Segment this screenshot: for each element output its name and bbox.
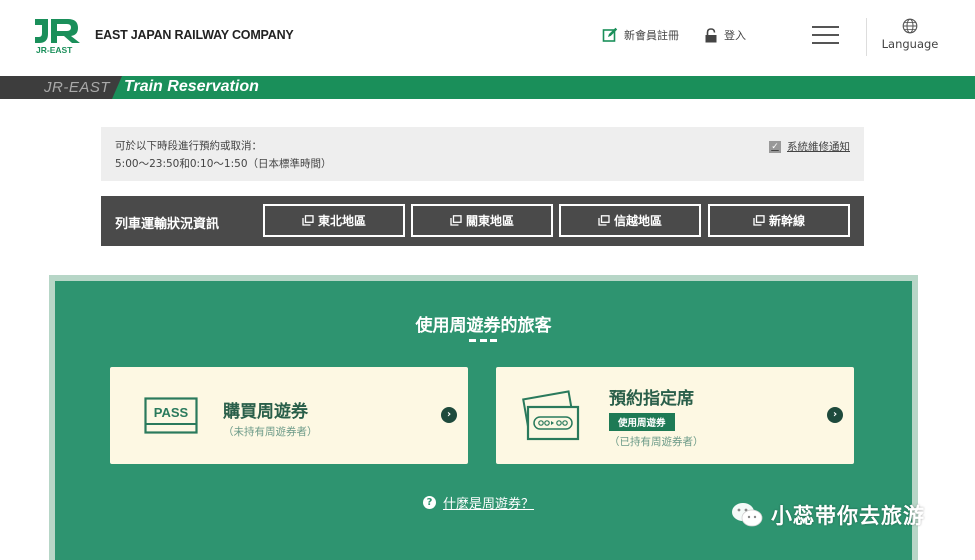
region-button-shinkansen[interactable]: 新幹線 [708,204,850,237]
logo-text: JR-EAST [36,45,73,55]
question-icon: ? [423,496,436,509]
chevron-right-icon: › [441,407,457,423]
buy-pass-subtitle: （未持有周遊券者） [223,426,318,438]
region-button-tohoku[interactable]: 東北地區 [263,204,405,237]
menu-button[interactable] [812,26,839,45]
pass-ticket-icon: PASS [144,397,198,434]
region-label: 關東地區 [465,214,514,228]
region-button-shinetsu[interactable]: 信越地區 [559,204,701,237]
external-window-icon [302,215,314,226]
maintenance-notice-label: 系統維修通知 [787,141,850,153]
title-bar-brand: JR-EAST [44,79,111,96]
reserve-seat-card[interactable]: 預約指定席 使用周遊券 （已持有周遊券者） › [496,367,854,464]
reserve-seat-title: 預約指定席 [609,389,694,409]
wechat-icon [732,503,763,527]
external-window-icon [753,215,765,226]
external-window-icon [598,215,610,226]
region-label: 新幹線 [768,214,805,228]
language-label: Language [881,37,939,51]
hamburger-line [812,26,839,28]
login-label: 登入 [724,29,746,42]
company-name: EAST JAPAN RAILWAY COMPANY [95,28,294,42]
chevron-right-icon: › [827,407,843,423]
title-underline [469,339,497,342]
tickets-icon [522,390,580,441]
wechat-watermark: 小蕊带你去旅游 [731,500,925,530]
lock-icon [705,27,717,42]
region-label: 東北地區 [317,214,366,228]
header-divider [866,18,867,56]
notice-line-1: 可於以下時段進行預約或取消： [115,140,262,152]
service-title: Train Reservation [124,78,259,95]
language-selector[interactable]: Language [880,18,940,51]
pass-icon-text: PASS [154,405,189,420]
region-button-kanto[interactable]: 關東地區 [411,204,553,237]
what-is-pass-link[interactable]: ? 什麼是周遊券？ [423,493,534,512]
pass-holder-badge: 使用周遊券 [609,413,675,431]
hamburger-line [812,34,839,36]
service-title-bar: JR-EAST Train Reservation [0,76,975,99]
pass-section-title: 使用周遊券的旅客 [415,316,552,336]
register-label: 新會員註冊 [624,29,679,42]
hamburger-line [812,42,839,44]
maintenance-notice-link[interactable]: ✓ 系統維修通知 [769,139,850,154]
what-is-pass-label: 什麼是周遊券？ [443,497,535,512]
reservation-hours-notice: 可於以下時段進行預約或取消： 5:00～23:50和0:10～1:50（日本標準… [101,127,864,181]
external-window-icon [450,215,462,226]
checkbox-icon: ✓ [769,140,781,153]
login-link[interactable]: 登入 [704,27,746,43]
register-link[interactable]: 新會員註冊 [602,27,679,43]
watermark-text: 小蕊带你去旅游 [771,504,925,528]
edit-icon [602,27,618,42]
site-header: JR-EAST EAST JAPAN RAILWAY COMPANY 新會員註冊… [0,0,975,76]
buy-pass-card[interactable]: PASS 購買周遊券 （未持有周遊券者） › [110,367,468,464]
buy-pass-title: 購買周遊券 [223,402,308,422]
train-status-title: 列車運輸狀況資訊 [115,217,220,232]
notice-line-2: 5:00～23:50和0:10～1:50（日本標準時間） [115,158,332,170]
jr-east-logo[interactable]: JR-EAST [32,16,84,56]
train-status-bar: 列車運輸狀況資訊 東北地區 關東地區 信越地區 新幹線 [101,196,864,246]
region-label: 信越地區 [613,214,662,228]
globe-icon [902,18,918,34]
reserve-seat-subtitle: （已持有周遊券者） [609,436,704,448]
